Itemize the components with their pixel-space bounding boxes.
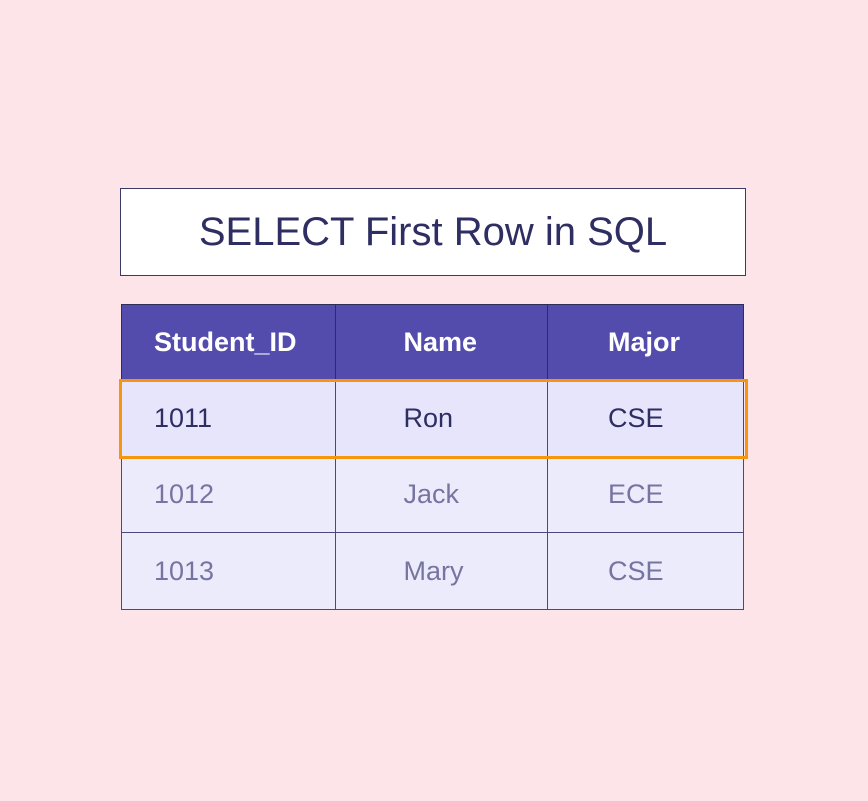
cell-name: Ron (334, 379, 549, 457)
header-name: Name (334, 304, 549, 381)
header-student-id: Student_ID (121, 304, 336, 381)
table-row: 1012 Jack ECE (121, 455, 747, 534)
students-table: Student_ID Name Major 1011 Ron CSE 1012 … (121, 304, 747, 610)
cell-student-id: 1013 (121, 532, 336, 610)
cell-major: CSE (547, 379, 744, 457)
table-row: 1011 Ron CSE (121, 379, 747, 457)
cell-name: Mary (334, 532, 549, 610)
header-major: Major (547, 304, 744, 381)
diagram-title: SELECT First Row in SQL (198, 209, 668, 254)
cell-student-id: 1011 (121, 379, 336, 457)
table-row: 1013 Mary CSE (121, 532, 747, 610)
title-box: SELECT First Row in SQL (120, 188, 746, 276)
table-header-row: Student_ID Name Major (121, 304, 747, 381)
cell-student-id: 1012 (121, 455, 336, 534)
cell-name: Jack (334, 455, 549, 534)
cell-major: CSE (547, 532, 744, 610)
cell-major: ECE (547, 455, 744, 534)
